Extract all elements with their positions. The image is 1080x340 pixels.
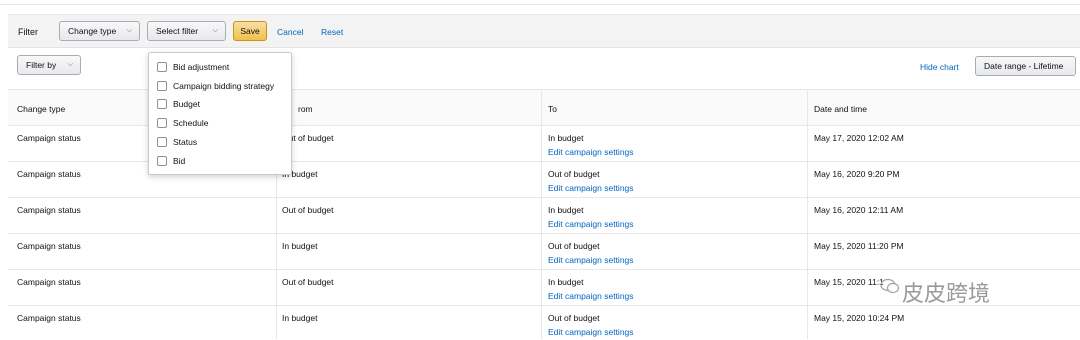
wechat-icon [880, 278, 900, 294]
chevron-down-icon: ⌵ [212, 27, 218, 34]
from-cell: Out of budget [282, 205, 334, 215]
from-cell: In budget [282, 313, 318, 323]
filter-label: Filter [18, 27, 38, 37]
date-cell: May 17, 2020 12:02 AM [814, 133, 904, 143]
watermark-text: 皮皮跨境 [902, 282, 991, 307]
date-cell: May 16, 2020 9:20 PM [814, 169, 900, 179]
select-filter-dropdown: Bid adjustment Campaign bidding strategy… [148, 52, 292, 175]
table-row: Campaign status In budget Out of budget … [8, 305, 1080, 340]
header-from: rom [298, 104, 313, 114]
change-type-cell: Campaign status [17, 241, 81, 251]
filter-bar: Filter Change type ⌵ Select filter ⌵ Sav… [8, 15, 1080, 48]
option-label: Budget [173, 99, 200, 109]
from-cell: Out of budget [282, 277, 334, 287]
hide-chart-link[interactable]: Hide chart [920, 62, 959, 72]
column-divider [541, 89, 542, 339]
save-button[interactable]: Save [233, 21, 267, 41]
chevron-down-icon: ⌵ [67, 61, 73, 68]
change-type-label: Change type [68, 26, 117, 36]
select-filter-label: Select filter [156, 26, 199, 36]
edit-campaign-settings-link[interactable]: Edit campaign settings [548, 183, 634, 193]
column-divider [807, 89, 808, 339]
option-label: Status [173, 137, 198, 147]
change-type-cell: Campaign status [17, 133, 81, 143]
change-type-button[interactable]: Change type ⌵ [59, 21, 140, 41]
edit-campaign-settings-link[interactable]: Edit campaign settings [548, 255, 634, 265]
reset-link[interactable]: Reset [321, 27, 343, 37]
from-cell: In budget [282, 241, 318, 251]
checkbox[interactable] [157, 62, 167, 72]
checkbox[interactable] [157, 99, 167, 109]
header-to: To [548, 104, 557, 114]
date-cell: May 15, 2020 11:1 [814, 277, 884, 287]
checkbox[interactable] [157, 156, 167, 166]
edit-campaign-settings-link[interactable]: Edit campaign settings [548, 219, 634, 229]
to-cell: In budget [548, 205, 584, 215]
cancel-link[interactable]: Cancel [277, 27, 303, 37]
date-cell: May 15, 2020 11:20 PM [814, 241, 904, 251]
to-cell: Out of budget [548, 313, 600, 323]
date-cell: May 16, 2020 12:11 AM [814, 205, 904, 215]
to-cell: Out of budget [548, 169, 600, 179]
option-label: Bid adjustment [173, 62, 230, 72]
option-label: Bid [173, 156, 186, 166]
checkbox[interactable] [157, 81, 167, 91]
date-cell: May 15, 2020 10:24 PM [814, 313, 905, 323]
header-change-type: Change type [17, 104, 66, 114]
table-row: Campaign status In budget Out of budget … [8, 233, 1080, 270]
to-cell: In budget [548, 133, 584, 143]
date-range-button[interactable]: Date range - Lifetime [975, 56, 1076, 76]
change-type-cell: Campaign status [17, 169, 81, 179]
filter-by-button[interactable]: Filter by ⌵ [17, 55, 81, 75]
edit-campaign-settings-link[interactable]: Edit campaign settings [548, 291, 634, 301]
top-border [0, 0, 1080, 5]
checkbox[interactable] [157, 137, 167, 147]
to-cell: In budget [548, 277, 584, 287]
filter-by-label: Filter by [26, 60, 57, 70]
edit-campaign-settings-link[interactable]: Edit campaign settings [548, 147, 634, 157]
change-type-cell: Campaign status [17, 313, 81, 323]
to-cell: Out of budget [548, 241, 600, 251]
table-row: Campaign status Out of budget In budget … [8, 197, 1080, 234]
change-type-cell: Campaign status [17, 277, 81, 287]
edit-campaign-settings-link[interactable]: Edit campaign settings [548, 327, 634, 337]
header-date: Date and time [814, 104, 867, 114]
option-label: Schedule [173, 118, 209, 128]
chevron-down-icon: ⌵ [126, 27, 132, 34]
option-label: Campaign bidding strategy [173, 81, 275, 91]
change-type-cell: Campaign status [17, 205, 81, 215]
checkbox[interactable] [157, 118, 167, 128]
select-filter-button[interactable]: Select filter ⌵ [147, 21, 226, 41]
